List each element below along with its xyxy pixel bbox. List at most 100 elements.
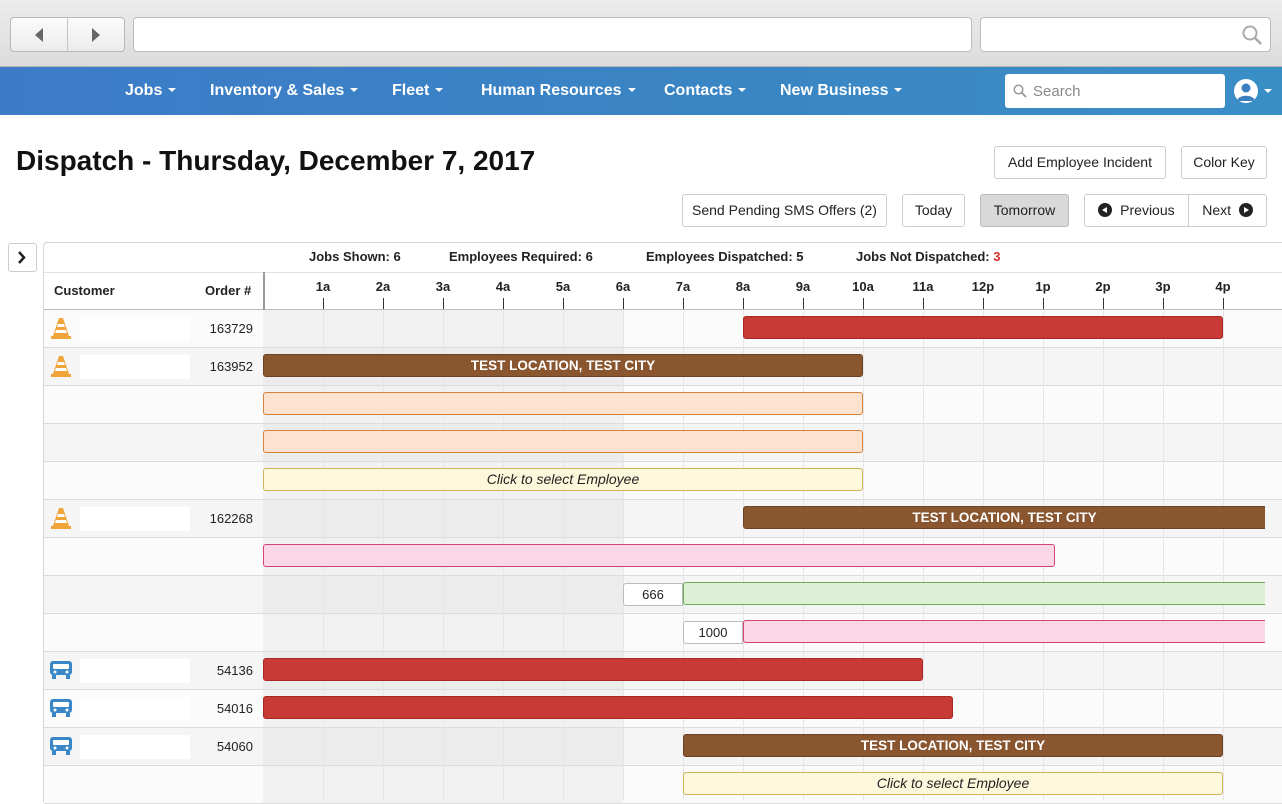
- stat-value: 6: [393, 249, 401, 264]
- hour-label: 2a: [375, 279, 391, 294]
- menu-label: Human Resources: [481, 82, 622, 99]
- menu-label: Fleet: [392, 82, 430, 99]
- employee-shift-bar[interactable]: [743, 620, 1265, 643]
- order-number[interactable]: 162268: [190, 511, 253, 526]
- stat-label: Jobs Shown:: [309, 249, 390, 264]
- today-button[interactable]: Today: [902, 194, 965, 227]
- hour-tick: [503, 298, 504, 309]
- arrow-circle-right-icon: [1238, 203, 1253, 217]
- caret-down-icon[interactable]: [1264, 89, 1272, 93]
- shift-count-field[interactable]: 1000: [683, 621, 743, 644]
- browser-search-field[interactable]: [980, 17, 1271, 52]
- traffic-cone-icon[interactable]: [49, 506, 73, 530]
- hour-label: 5a: [555, 279, 571, 294]
- hour-label: 4p: [1215, 279, 1231, 294]
- menu-fleet[interactable]: Fleet: [392, 67, 444, 115]
- truck-icon[interactable]: [49, 696, 73, 720]
- customer-cell[interactable]: [80, 697, 190, 721]
- hour-tick: [1043, 298, 1044, 309]
- menu-contacts[interactable]: Contacts: [664, 67, 747, 115]
- hour-label: 7a: [675, 279, 691, 294]
- employee-assignment-bar[interactable]: [263, 430, 863, 453]
- tomorrow-button[interactable]: Tomorrow: [980, 194, 1069, 227]
- order-number[interactable]: 163952: [190, 359, 253, 374]
- hour-tick: [1163, 298, 1164, 309]
- menu-label: Inventory & Sales: [210, 82, 345, 99]
- previous-button[interactable]: Previous: [1084, 194, 1189, 227]
- employee-shift-bar[interactable]: [263, 544, 1055, 567]
- expand-panel-button[interactable]: [8, 243, 37, 272]
- undispatched-job-bar[interactable]: [743, 316, 1223, 339]
- app-search-box: [1005, 74, 1225, 108]
- hour-tick: [383, 298, 384, 309]
- stat-label: Jobs Not Dispatched:: [856, 249, 990, 264]
- hour-tick: [803, 298, 804, 309]
- next-button[interactable]: Next: [1188, 194, 1267, 227]
- header-divider: [44, 272, 1282, 273]
- employees-dispatched-stat: Employees Dispatched: 5: [646, 249, 804, 267]
- employee-assignment-bar[interactable]: [263, 392, 863, 415]
- hour-tick: [1223, 298, 1224, 309]
- color-key-button[interactable]: Color Key: [1181, 146, 1267, 179]
- customer-cell[interactable]: [80, 507, 190, 531]
- stat-value: 3: [993, 249, 1001, 264]
- customer-cell[interactable]: [80, 355, 190, 379]
- app-navbar: Jobs Inventory & Sales Fleet Human Resou…: [0, 67, 1282, 115]
- user-avatar-icon[interactable]: [1234, 79, 1258, 103]
- undispatched-job-bar[interactable]: [263, 696, 953, 719]
- job-location-bar[interactable]: TEST LOCATION, TEST CITY: [683, 734, 1223, 757]
- back-arrow-icon: [35, 27, 43, 42]
- menu-new-business[interactable]: New Business: [780, 67, 903, 115]
- select-employee-bar[interactable]: Click to select Employee: [263, 468, 863, 491]
- job-location-bar[interactable]: TEST LOCATION, TEST CITY: [263, 354, 863, 377]
- traffic-cone-icon[interactable]: [49, 316, 73, 340]
- add-employee-incident-button[interactable]: Add Employee Incident: [994, 146, 1166, 179]
- order-number[interactable]: 54060: [190, 739, 253, 754]
- order-number[interactable]: 54016: [190, 701, 253, 716]
- address-bar[interactable]: [133, 17, 972, 52]
- hour-label: 11a: [912, 279, 934, 294]
- hour-tick: [1103, 298, 1104, 309]
- menu-human-resources[interactable]: Human Resources: [481, 67, 636, 115]
- customer-column-header[interactable]: Customer: [54, 283, 115, 298]
- hour-label: 4a: [495, 279, 511, 294]
- menu-jobs[interactable]: Jobs: [125, 67, 177, 115]
- browser-nav-buttons: [10, 17, 125, 52]
- caret-down-icon: [627, 88, 636, 92]
- customer-cell[interactable]: [80, 317, 190, 341]
- employee-shift-bar[interactable]: [683, 582, 1265, 605]
- caret-down-icon: [435, 88, 444, 92]
- select-employee-bar[interactable]: Click to select Employee: [683, 772, 1223, 795]
- truck-icon[interactable]: [49, 734, 73, 758]
- order-number[interactable]: 163729: [190, 321, 253, 336]
- shift-count-field[interactable]: 666: [623, 583, 683, 606]
- traffic-cone-icon[interactable]: [49, 354, 73, 378]
- stat-value: 6: [585, 249, 593, 264]
- hour-gridline: [1103, 310, 1104, 800]
- order-column-header[interactable]: Order #: [205, 283, 251, 298]
- search-input[interactable]: [1033, 74, 1218, 108]
- send-sms-offers-button[interactable]: Send Pending SMS Offers (2): [682, 194, 887, 227]
- hour-label: 1p: [1035, 279, 1051, 294]
- undispatched-job-bar[interactable]: [263, 658, 923, 681]
- hour-tick: [623, 298, 624, 309]
- hour-tick: [923, 298, 924, 309]
- hour-tick: [983, 298, 984, 309]
- job-location-bar[interactable]: TEST LOCATION, TEST CITY: [743, 506, 1265, 529]
- caret-down-icon: [738, 88, 747, 92]
- menu-label: Contacts: [664, 82, 733, 99]
- menu-inventory-sales[interactable]: Inventory & Sales: [210, 67, 359, 115]
- stat-label: Employees Dispatched:: [646, 249, 793, 264]
- back-button[interactable]: [11, 18, 68, 51]
- customer-cell[interactable]: [80, 735, 190, 759]
- customer-cell[interactable]: [80, 659, 190, 683]
- page-title: Dispatch - Thursday, December 7, 2017: [16, 145, 536, 176]
- menu-label: Jobs: [125, 82, 163, 99]
- caret-down-icon: [350, 88, 359, 92]
- forward-button[interactable]: [68, 18, 124, 51]
- order-number[interactable]: 54136: [190, 663, 253, 678]
- truck-icon[interactable]: [49, 658, 73, 682]
- hour-tick: [323, 298, 324, 309]
- hour-label: 10a: [852, 279, 874, 294]
- hour-tick: [743, 298, 744, 309]
